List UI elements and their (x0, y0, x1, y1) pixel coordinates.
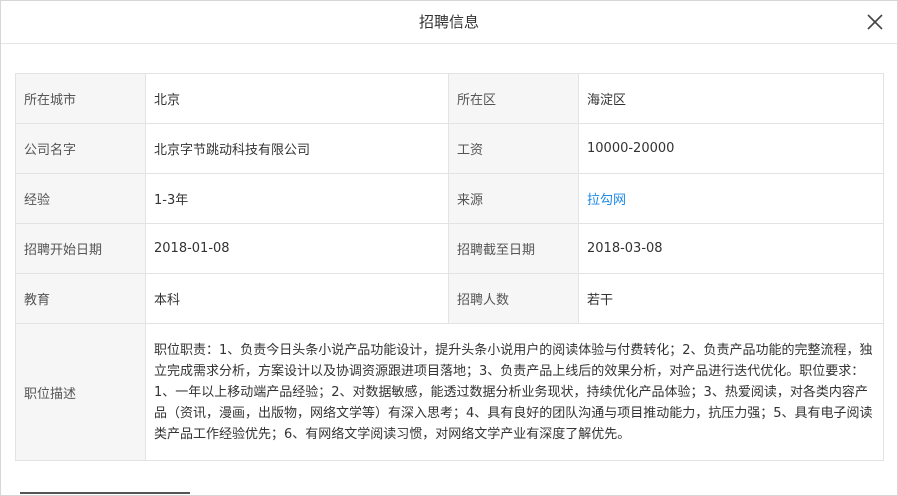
label-district: 所在区 (448, 73, 579, 124)
value-experience: 1-3年 (145, 173, 449, 224)
value-headcount: 若干 (578, 273, 884, 324)
value-company: 北京字节跳动科技有限公司 (145, 123, 449, 174)
table-row: 经验 1-3年 来源 拉勾网 (15, 173, 884, 224)
value-education: 本科 (145, 273, 449, 324)
job-info-dialog: 招聘信息 所在城市 北京 所在区 海淀区 公司名字 北京字节跳动科技有限公司 工… (0, 0, 898, 496)
value-salary: 10000-20000 (578, 123, 884, 174)
source-link[interactable]: 拉勾网 (587, 193, 626, 208)
label-education: 教育 (15, 273, 146, 324)
value-district: 海淀区 (578, 73, 884, 124)
value-start-date: 2018-01-08 (145, 223, 449, 274)
bottom-divider (20, 492, 190, 494)
label-source: 来源 (448, 173, 579, 224)
dialog-header: 招聘信息 (1, 1, 897, 44)
value-city: 北京 (145, 73, 449, 124)
table-row-description: 职位描述 职位职责：1、负责今日头条小说产品功能设计，提升头条小说用户的阅读体验… (15, 323, 884, 461)
dialog-title: 招聘信息 (418, 13, 479, 31)
job-info-table: 所在城市 北京 所在区 海淀区 公司名字 北京字节跳动科技有限公司 工资 100… (15, 73, 884, 461)
table-row: 教育 本科 招聘人数 若干 (15, 273, 884, 324)
close-icon (867, 14, 883, 30)
value-end-date: 2018-03-08 (578, 223, 884, 274)
label-company: 公司名字 (15, 123, 146, 174)
table-row: 所在城市 北京 所在区 海淀区 (15, 73, 884, 124)
value-description: 职位职责：1、负责今日头条小说产品功能设计，提升头条小说用户的阅读体验与付费转化… (145, 323, 884, 461)
label-end-date: 招聘截至日期 (448, 223, 579, 274)
label-description: 职位描述 (15, 323, 146, 461)
value-source: 拉勾网 (578, 173, 884, 224)
label-salary: 工资 (448, 123, 579, 174)
label-experience: 经验 (15, 173, 146, 224)
label-headcount: 招聘人数 (448, 273, 579, 324)
table-row: 招聘开始日期 2018-01-08 招聘截至日期 2018-03-08 (15, 223, 884, 274)
label-city: 所在城市 (15, 73, 146, 124)
close-button[interactable] (866, 13, 884, 31)
table-row: 公司名字 北京字节跳动科技有限公司 工资 10000-20000 (15, 123, 884, 174)
label-start-date: 招聘开始日期 (15, 223, 146, 274)
